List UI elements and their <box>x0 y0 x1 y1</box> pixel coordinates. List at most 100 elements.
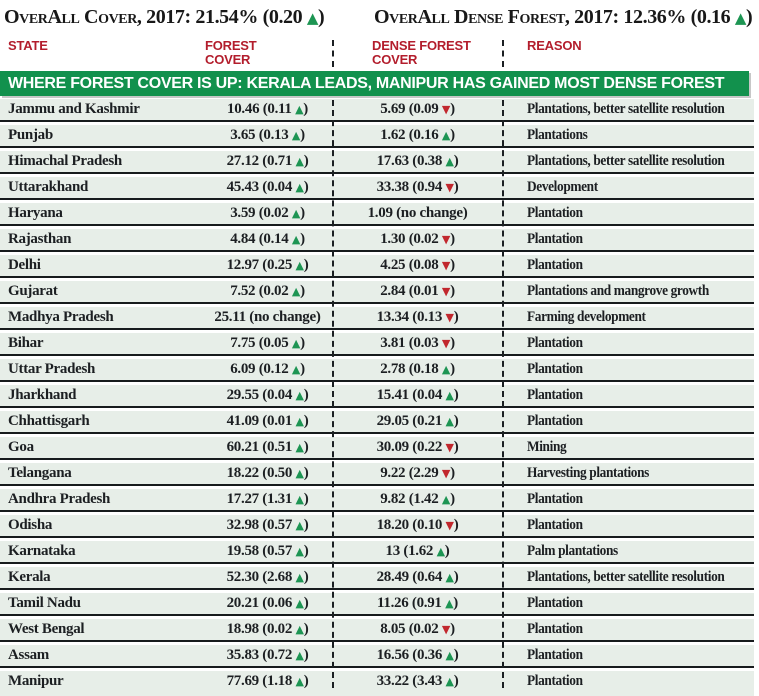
dense-forest-cover-cell: 3.81 (0.03 ▼) <box>340 333 495 354</box>
dense-forest-cover-cell: 1.09 (no change) <box>340 203 495 224</box>
table-row: Chhattisgarh 41.09 (0.01 ▲) 29.05 (0.21 … <box>0 411 754 434</box>
forest-cover-infographic: OverAll Cover, 2017: 21.54% (0.20 ▲) Ove… <box>0 0 759 696</box>
up-triangle-icon: ▲ <box>292 207 300 220</box>
reason-cell: Plantation <box>527 489 583 510</box>
dense-forest-cover-cell: 9.82 (1.42 ▲) <box>340 489 495 510</box>
forest-cover-cell: 52.30 (2.68 ▲) <box>205 567 330 588</box>
forest-cover-cell: 7.52 (0.02 ▲) <box>205 281 330 302</box>
up-triangle-icon: ▲ <box>292 363 300 376</box>
table-row: Gujarat 7.52 (0.02 ▲) 2.84 (0.01 ▼) Plan… <box>0 281 754 304</box>
up-triangle-icon: ▲ <box>446 155 454 168</box>
forest-cover-cell: 18.22 (0.50 ▲) <box>205 463 330 484</box>
section-title-banner: WHERE FOREST COVER IS UP: KERALA LEADS, … <box>0 71 749 96</box>
table-row: Manipur 77.69 (1.18 ▲) 33.22 (3.43 ▲) Pl… <box>0 671 754 696</box>
state-name: Punjab <box>8 125 53 146</box>
dense-forest-cover-cell: 28.49 (0.64 ▲) <box>340 567 495 588</box>
column-header-reason: REASON <box>527 39 647 53</box>
state-name: Telangana <box>8 463 71 484</box>
up-triangle-icon: ▲ <box>437 545 445 558</box>
up-triangle-icon: ▲ <box>446 649 454 662</box>
overall-dense-text: OverAll Dense Forest, 2017: 12.36% (0.16 <box>374 6 730 28</box>
up-triangle-icon: ▲ <box>296 441 304 454</box>
table-row: Odisha 32.98 (0.57 ▲) 18.20 (0.10 ▼) Pla… <box>0 515 754 538</box>
table-row: Jharkhand 29.55 (0.04 ▲) 15.41 (0.04 ▲) … <box>0 385 754 408</box>
dense-forest-cover-cell: 18.20 (0.10 ▼) <box>340 515 495 536</box>
up-triangle-icon: ▲ <box>296 597 304 610</box>
up-triangle-icon: ▲ <box>296 493 304 506</box>
state-name: Assam <box>8 645 49 666</box>
table-row: Telangana 18.22 (0.50 ▲) 9.22 (2.29 ▼) H… <box>0 463 754 486</box>
up-triangle-icon: ▲ <box>735 9 746 27</box>
dense-forest-cover-cell: 9.22 (2.29 ▼) <box>340 463 495 484</box>
table-row: Delhi 12.97 (0.25 ▲) 4.25 (0.08 ▼) Plant… <box>0 255 754 278</box>
forest-cover-cell: 41.09 (0.01 ▲) <box>205 411 330 432</box>
state-forest-table: Jammu and Kashmir 10.46 (0.11 ▲) 5.69 (0… <box>0 99 754 696</box>
reason-cell: Plantation <box>527 385 583 406</box>
dense-forest-cover-cell: 16.56 (0.36 ▲) <box>340 645 495 666</box>
forest-cover-cell: 29.55 (0.04 ▲) <box>205 385 330 406</box>
state-name: Odisha <box>8 515 52 536</box>
reason-cell: Farming development <box>527 307 646 328</box>
forest-cover-cell: 3.59 (0.02 ▲) <box>205 203 330 224</box>
down-triangle-icon: ▼ <box>442 233 450 246</box>
reason-cell: Plantation <box>527 229 583 250</box>
dense-forest-cover-cell: 13.34 (0.13 ▼) <box>340 307 495 328</box>
up-triangle-icon: ▲ <box>296 181 304 194</box>
state-name: Kerala <box>8 567 50 588</box>
up-triangle-icon: ▲ <box>296 675 304 688</box>
up-triangle-icon: ▲ <box>296 623 304 636</box>
dense-forest-cover-cell: 2.84 (0.01 ▼) <box>340 281 495 302</box>
table-row: Punjab 3.65 (0.13 ▲) 1.62 (0.16 ▲) Plant… <box>0 125 754 148</box>
column-header-dense-forest-cover: DENSE FOREST COVER <box>372 39 477 67</box>
down-triangle-icon: ▼ <box>442 623 450 636</box>
up-triangle-icon: ▲ <box>446 571 454 584</box>
up-triangle-icon: ▲ <box>296 155 304 168</box>
table-row: Rajasthan 4.84 (0.14 ▲) 1.30 (0.02 ▼) Pl… <box>0 229 754 252</box>
dense-forest-cover-cell: 5.69 (0.09 ▼) <box>340 99 495 120</box>
dense-forest-cover-cell: 1.30 (0.02 ▼) <box>340 229 495 250</box>
up-triangle-icon: ▲ <box>296 545 304 558</box>
forest-cover-cell: 19.58 (0.57 ▲) <box>205 541 330 562</box>
table-row: Kerala 52.30 (2.68 ▲) 28.49 (0.64 ▲) Pla… <box>0 567 754 590</box>
column-header-forest-cover: FOREST COVER <box>205 39 275 67</box>
dense-forest-cover-cell: 29.05 (0.21 ▲) <box>340 411 495 432</box>
state-name: Himachal Pradesh <box>8 151 122 172</box>
reason-cell: Plantations, better satellite resolution <box>527 99 724 120</box>
dense-forest-cover-cell: 30.09 (0.22 ▼) <box>340 437 495 458</box>
reason-cell: Plantations, better satellite resolution <box>527 567 724 588</box>
table-row: Tamil Nadu 20.21 (0.06 ▲) 11.26 (0.91 ▲)… <box>0 593 754 616</box>
table-row: Assam 35.83 (0.72 ▲) 16.56 (0.36 ▲) Plan… <box>0 645 754 668</box>
dense-forest-cover-cell: 8.05 (0.02 ▼) <box>340 619 495 640</box>
dense-forest-cover-cell: 13 (1.62 ▲) <box>340 541 495 562</box>
table-row: Bihar 7.75 (0.05 ▲) 3.81 (0.03 ▼) Planta… <box>0 333 754 356</box>
dense-forest-cover-cell: 4.25 (0.08 ▼) <box>340 255 495 276</box>
forest-cover-cell: 27.12 (0.71 ▲) <box>205 151 330 172</box>
up-triangle-icon: ▲ <box>442 363 450 376</box>
reason-cell: Plantation <box>527 645 583 666</box>
forest-cover-cell: 60.21 (0.51 ▲) <box>205 437 330 458</box>
reason-cell: Plantation <box>527 333 583 354</box>
dashed-separator <box>502 40 504 67</box>
dense-forest-cover-cell: 11.26 (0.91 ▲) <box>340 593 495 614</box>
table-row: Jammu and Kashmir 10.46 (0.11 ▲) 5.69 (0… <box>0 99 754 122</box>
forest-cover-cell: 17.27 (1.31 ▲) <box>205 489 330 510</box>
up-triangle-icon: ▲ <box>446 675 454 688</box>
up-triangle-icon: ▲ <box>296 259 304 272</box>
table-row: Himachal Pradesh 27.12 (0.71 ▲) 17.63 (0… <box>0 151 754 174</box>
up-triangle-icon: ▲ <box>296 519 304 532</box>
reason-cell: Palm plantations <box>527 541 618 562</box>
forest-cover-cell: 10.46 (0.11 ▲) <box>205 99 330 120</box>
up-triangle-icon: ▲ <box>296 467 304 480</box>
up-triangle-icon: ▲ <box>442 129 450 142</box>
reason-cell: Plantations, better satellite resolution <box>527 151 724 172</box>
down-triangle-icon: ▼ <box>442 337 450 350</box>
state-name: Rajasthan <box>8 229 71 250</box>
dense-forest-cover-cell: 17.63 (0.38 ▲) <box>340 151 495 172</box>
table-row: Goa 60.21 (0.51 ▲) 30.09 (0.22 ▼) Mining <box>0 437 754 460</box>
table-row: Uttarakhand 45.43 (0.04 ▲) 33.38 (0.94 ▼… <box>0 177 754 200</box>
table-row: Madhya Pradesh 25.11 (no change) 13.34 (… <box>0 307 754 330</box>
reason-cell: Plantation <box>527 671 583 692</box>
down-triangle-icon: ▼ <box>442 103 450 116</box>
table-row: Andhra Pradesh 17.27 (1.31 ▲) 9.82 (1.42… <box>0 489 754 512</box>
up-triangle-icon: ▲ <box>445 597 453 610</box>
